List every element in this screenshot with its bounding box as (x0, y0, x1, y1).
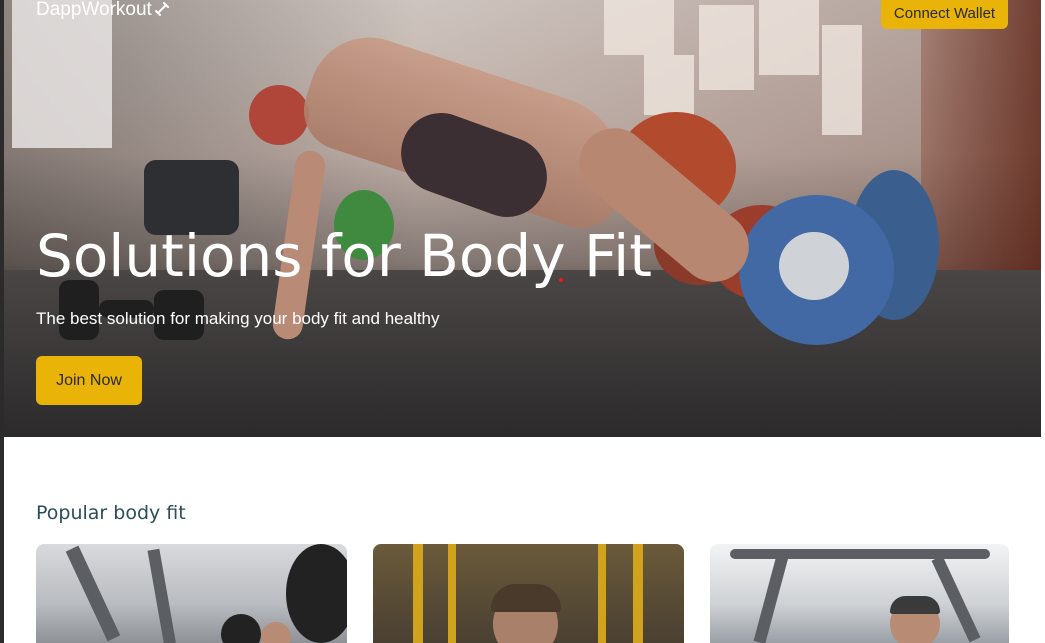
hero-bg-window (12, 0, 112, 148)
hero-bg-paper (644, 55, 694, 115)
workout-card[interactable] (373, 544, 684, 643)
bench-press-photo (36, 544, 347, 643)
hero-banner (4, 0, 1041, 437)
section-title-popular: Popular body fit (36, 502, 186, 524)
hero-bg-paper (699, 5, 754, 90)
connect-wallet-button[interactable]: Connect Wallet (881, 0, 1008, 29)
window-edge-right (1041, 0, 1045, 643)
cable-fly-photo (373, 544, 684, 643)
kettlebell (249, 85, 309, 145)
hero-subtitle: The best solution for making your body f… (36, 309, 440, 328)
hero-bg-paper (822, 25, 862, 135)
weight-plate-center (779, 232, 849, 300)
brand-logo[interactable]: DappWorkout (36, 0, 170, 21)
workout-card[interactable] (710, 544, 1009, 643)
brand-name: DappWorkout (36, 0, 152, 20)
workout-card[interactable] (36, 544, 347, 643)
hero-bg-paper (604, 0, 674, 55)
dumbbell-icon (154, 1, 170, 20)
cursor-dot (559, 278, 563, 282)
hero-bg-paper (759, 0, 819, 75)
machine-workout-photo (710, 544, 1009, 643)
join-now-button[interactable]: Join Now (36, 356, 142, 405)
